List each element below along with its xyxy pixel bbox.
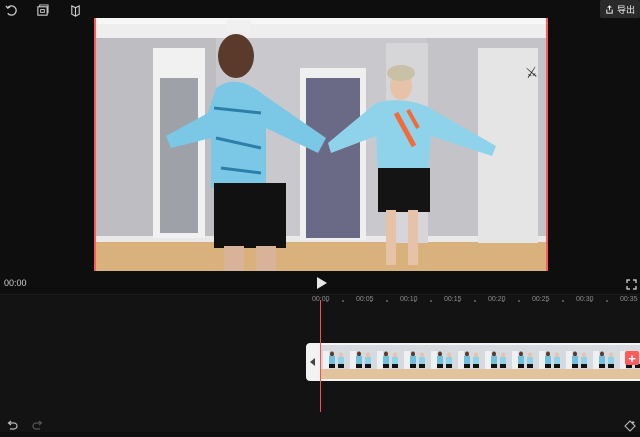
clip-thumbnail (536, 345, 564, 379)
ruler-tick-dot (326, 300, 328, 302)
video-frame-image: ⚔ (96, 18, 546, 271)
current-time: 00:00 (4, 278, 27, 288)
video-preview[interactable]: ⚔ (94, 18, 548, 271)
keyframe-icon[interactable] (624, 419, 636, 432)
ruler-tick-dot (386, 300, 388, 302)
ruler-tick-dot (458, 300, 460, 302)
svg-text:⚔: ⚔ (524, 64, 539, 82)
clip-thumbnail (374, 345, 402, 379)
ruler-tick-dot (546, 300, 548, 302)
export-label: 导出 (616, 4, 635, 15)
video-clip[interactable] (320, 343, 640, 381)
ruler-tick-dot (518, 300, 520, 302)
undo-icon[interactable] (6, 419, 18, 431)
add-clip-button[interactable]: + (625, 351, 639, 365)
clip-thumbnail (455, 345, 483, 379)
clip-thumbnail (590, 345, 618, 379)
share-icon (606, 4, 613, 14)
clip-thumbnail (563, 345, 591, 379)
ruler-tick-dot (474, 300, 476, 302)
ruler-tick-label: 00:35 (620, 296, 638, 303)
clip-thumbnail (428, 345, 456, 379)
play-icon (317, 277, 327, 289)
play-button[interactable] (316, 276, 328, 290)
clip-thumbnail (482, 345, 510, 379)
top-toolbar: 导出 (0, 0, 640, 20)
ruler-tick-dot (342, 300, 344, 302)
ruler-tick-dot (430, 300, 432, 302)
ruler-tick-dot (562, 300, 564, 302)
rotate-icon[interactable] (3, 2, 19, 18)
export-button[interactable]: 导出 (600, 0, 640, 18)
ruler-tick-dot (502, 300, 504, 302)
mirror-icon[interactable] (67, 2, 83, 18)
clip-thumbnail (320, 345, 348, 379)
clip-thumbnail (401, 345, 429, 379)
redo-icon[interactable] (32, 419, 44, 431)
ruler-tick-dot (414, 300, 416, 302)
crop-frame-icon[interactable] (34, 2, 50, 18)
clip-thumbnail (509, 345, 537, 379)
ruler-tick-dot (370, 300, 372, 302)
clip-thumbnail (347, 345, 375, 379)
fullscreen-button[interactable] (626, 277, 637, 290)
ruler-tick-dot (606, 300, 608, 302)
clip-left-trim-handle[interactable] (306, 343, 320, 381)
ruler-tick-dot (590, 300, 592, 302)
fullscreen-icon (626, 279, 637, 290)
chevron-left-icon (310, 358, 315, 366)
playhead[interactable] (320, 300, 321, 412)
